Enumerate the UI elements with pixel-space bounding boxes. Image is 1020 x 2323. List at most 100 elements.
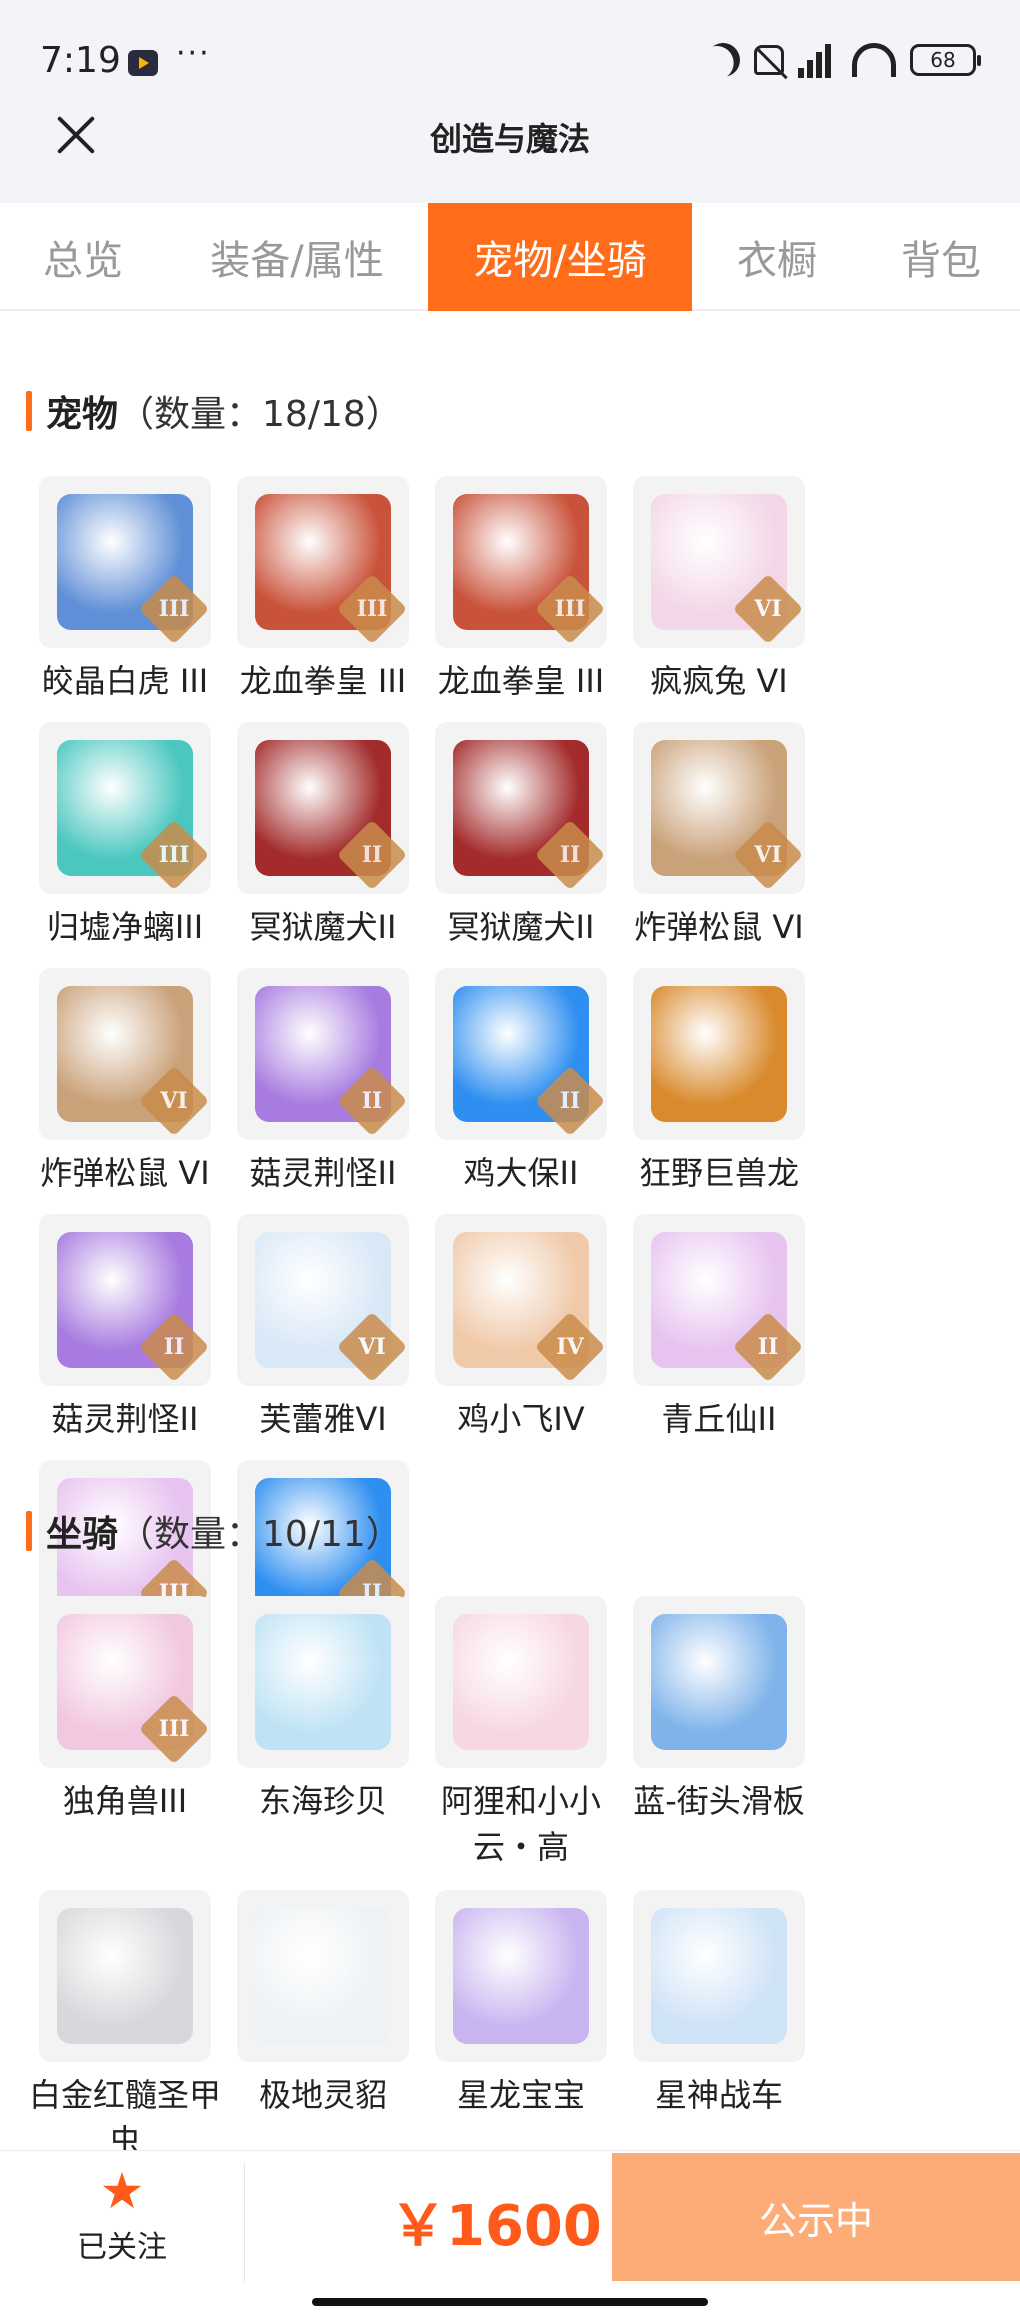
pet-card[interactable]: II 菇灵荆怪II — [26, 1214, 224, 1460]
pet-card[interactable]: III 龙血拳皇 III — [224, 476, 422, 722]
pet-card[interactable]: III 归墟净螭III — [26, 722, 224, 968]
tab-wardrobe[interactable]: 衣橱 — [692, 203, 862, 311]
level-badge-label: II — [757, 1334, 779, 1360]
top-header: 7:19 ··· 68 创造与魔法 — [0, 0, 1020, 203]
level-badge-label: VI — [160, 1088, 188, 1114]
pet-card[interactable]: III 龙血拳皇 III — [422, 476, 620, 722]
pet-card[interactable]: II 冥狱魔犬II — [422, 722, 620, 968]
level-badge: VI — [732, 573, 804, 645]
item-name: 菇灵荆怪II — [51, 1400, 199, 1438]
mount-card[interactable]: 星龙宝宝 — [422, 1890, 620, 2136]
item-name: 芙蕾雅VI — [259, 1400, 387, 1438]
level-badge: II — [138, 1311, 210, 1383]
mount-card[interactable]: 白金红髓圣甲虫 — [26, 1890, 224, 2184]
item-thumbnail: III — [39, 1596, 211, 1768]
mount-card[interactable]: 东海珍贝 — [224, 1596, 422, 1890]
level-badge: VI — [138, 1065, 210, 1137]
status-icons: 68 — [706, 42, 981, 78]
pet-card[interactable]: VI 炸弹松鼠 VI — [26, 968, 224, 1214]
pet-card[interactable]: VI 疯疯兔 VI — [620, 476, 818, 722]
mount-card[interactable]: 阿狸和小小云・高 — [422, 1596, 620, 1890]
item-thumbnail — [633, 968, 805, 1140]
pets-title: 宠物 — [46, 394, 119, 435]
mount-card[interactable]: III 独角兽III — [26, 1596, 224, 1890]
pet-card[interactable]: II 冥狱魔犬II — [224, 722, 422, 968]
follow-button[interactable]: ★ 已关注 — [0, 2151, 244, 2281]
level-badge-label: III — [158, 842, 190, 868]
item-name: 东海珍贝 — [258, 1782, 387, 1820]
level-badge-label: III — [158, 1716, 190, 1742]
level-badge: VI — [732, 819, 804, 891]
status-bar: 7:19 ··· 68 — [0, 0, 1020, 130]
level-badge-label: III — [158, 596, 190, 622]
item-thumbnail: VI — [39, 968, 211, 1140]
level-badge: II — [336, 819, 408, 891]
level-badge: III — [138, 819, 210, 891]
polar-mink-icon — [255, 1908, 391, 2044]
item-name: 狂野巨兽龙 — [638, 1154, 799, 1192]
shell-icon — [255, 1614, 391, 1750]
level-badge: II — [534, 1065, 606, 1137]
item-thumbnail: II — [435, 722, 607, 894]
item-thumbnail — [435, 1890, 607, 2062]
pet-card[interactable]: VI 炸弹松鼠 VI — [620, 722, 818, 968]
item-thumbnail: II — [237, 722, 409, 894]
section-accent-bar — [26, 1511, 32, 1551]
pet-card[interactable]: IV 鸡小飞IV — [422, 1214, 620, 1460]
wild-dragon-icon — [651, 986, 787, 1122]
level-badge-label: II — [361, 842, 383, 868]
page-title: 创造与魔法 — [429, 120, 590, 158]
item-name: 青丘仙II — [661, 1400, 777, 1438]
star-dragon-icon — [453, 1908, 589, 2044]
item-thumbnail: III — [435, 476, 607, 648]
level-badge-label: II — [559, 1088, 581, 1114]
status-time: 7:19 — [40, 40, 121, 81]
pet-card[interactable]: III 皎晶白虎 III — [26, 476, 224, 722]
item-thumbnail — [435, 1596, 607, 1768]
item-thumbnail — [633, 1890, 805, 2062]
mount-card[interactable]: 星神战车 — [620, 1890, 818, 2136]
item-name: 鸡大保II — [463, 1154, 579, 1192]
level-badge: VI — [336, 1311, 408, 1383]
item-thumbnail: VI — [237, 1214, 409, 1386]
item-name: 炸弹松鼠 VI — [634, 908, 804, 946]
publicity-status-button[interactable]: 公示中 — [612, 2153, 1020, 2281]
mount-card[interactable]: 蓝-街头滑板 — [620, 1596, 818, 1890]
level-badge: III — [534, 573, 606, 645]
pet-card[interactable]: II 菇灵荆怪II — [224, 968, 422, 1214]
signal-icon — [798, 42, 838, 78]
mounts-count: （数量：10/11） — [118, 1514, 402, 1555]
item-name: 龙血拳皇 III — [239, 662, 407, 700]
item-name: 龙血拳皇 III — [437, 662, 605, 700]
pet-card[interactable]: II 鸡大保II — [422, 968, 620, 1214]
home-indicator — [312, 2298, 708, 2306]
pet-card[interactable]: II 青丘仙II — [620, 1214, 818, 1460]
item-thumbnail: III — [39, 722, 211, 894]
battery-icon: 68 — [910, 44, 981, 76]
pet-card[interactable]: VI 芙蕾雅VI — [224, 1214, 422, 1460]
tab-pets-mounts[interactable]: 宠物/坐骑 — [428, 203, 692, 311]
star-icon: ★ — [99, 2162, 145, 2220]
item-thumbnail — [39, 1890, 211, 2062]
tab-overview[interactable]: 总览 — [0, 203, 166, 311]
level-badge: III — [336, 573, 408, 645]
item-name: 极地灵貂 — [258, 2076, 387, 2114]
mount-card[interactable]: 极地灵貂 — [224, 1890, 422, 2136]
level-badge: II — [336, 1065, 408, 1137]
tab-backpack[interactable]: 背包 — [862, 203, 1020, 311]
tab-equipment[interactable]: 装备/属性 — [166, 203, 428, 311]
level-badge-label: II — [559, 842, 581, 868]
level-badge: IV — [534, 1311, 606, 1383]
item-thumbnail — [633, 1596, 805, 1768]
item-thumbnail: II — [633, 1214, 805, 1386]
level-badge-label: VI — [358, 1334, 386, 1360]
ali-cloud-icon — [453, 1614, 589, 1750]
item-thumbnail: II — [435, 968, 607, 1140]
pet-card[interactable]: 狂野巨兽龙 — [620, 968, 818, 1214]
item-name: 独角兽III — [62, 1782, 188, 1820]
mounts-title: 坐骑 — [46, 1514, 119, 1555]
item-name: 冥狱魔犬II — [249, 908, 397, 946]
level-badge-label: VI — [754, 842, 782, 868]
tab-bar: 总览 装备/属性 宠物/坐骑 衣橱 背包 — [0, 203, 1020, 311]
skateboard-icon — [651, 1614, 787, 1750]
